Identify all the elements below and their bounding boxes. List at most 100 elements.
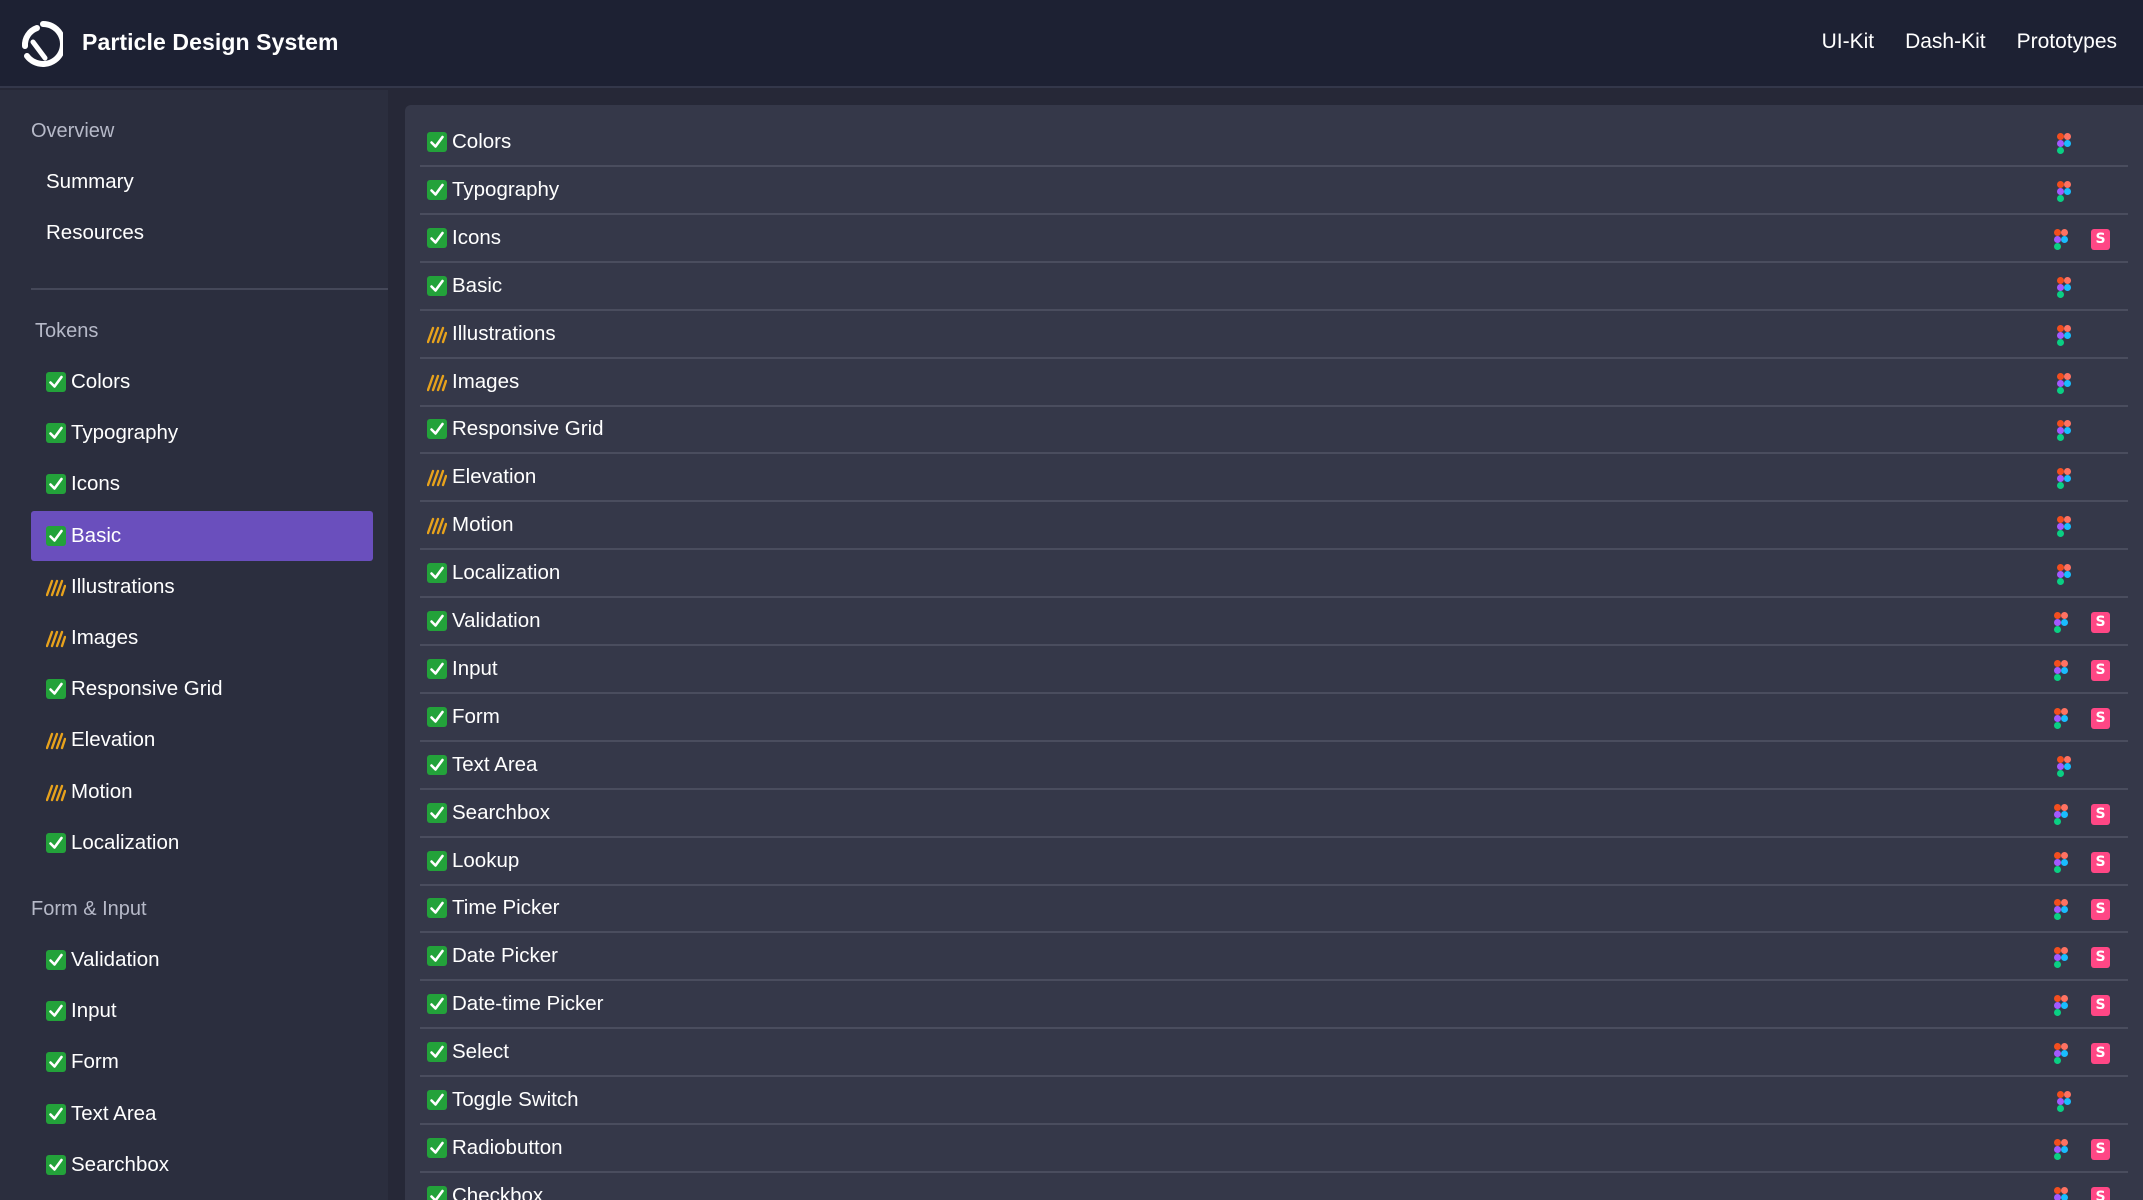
status-row-images: Images xyxy=(420,359,2128,407)
status-row-select: Select S xyxy=(420,1029,2128,1078)
sidebar-item-images[interactable]: Images xyxy=(31,613,373,663)
status-row-radiobutton: Radiobutton S xyxy=(420,1125,2128,1173)
component-name: Responsive Grid xyxy=(452,417,604,441)
storybook-icon[interactable]: S xyxy=(2091,899,2110,921)
checkmark-icon xyxy=(427,179,447,200)
sidebar-item-label: Responsive Grid xyxy=(71,677,223,701)
construction-icon xyxy=(427,467,447,487)
sidebar-item-label: Illustrations xyxy=(71,574,175,598)
sidebar-item-text-area[interactable]: Text Area xyxy=(31,1089,373,1139)
component-name: Select xyxy=(452,1040,509,1064)
figma-icon[interactable] xyxy=(2054,1186,2068,1200)
component-name: Form xyxy=(452,704,500,728)
component-name: Elevation xyxy=(452,465,537,489)
storybook-icon[interactable]: S xyxy=(2091,612,2110,633)
particle-logo-icon[interactable] xyxy=(19,20,63,68)
storybook-icon[interactable]: S xyxy=(2091,1043,2110,1065)
figma-icon[interactable] xyxy=(2054,995,2068,1017)
checkmark-icon xyxy=(427,1137,447,1158)
sidebar-item-typography[interactable]: Typography xyxy=(31,408,373,458)
status-row-motion: Motion xyxy=(420,502,2128,551)
storybook-icon[interactable]: S xyxy=(2091,995,2110,1017)
storybook-icon[interactable]: S xyxy=(2091,659,2110,681)
sidebar-item-colors[interactable]: Colors xyxy=(31,357,373,407)
sidebar-item-motion[interactable]: Motion xyxy=(31,767,373,817)
figma-icon[interactable] xyxy=(2057,1091,2071,1112)
storybook-icon[interactable]: S xyxy=(2091,1138,2110,1160)
figma-icon[interactable] xyxy=(2054,659,2068,681)
status-row-form: Form S xyxy=(420,694,2128,742)
figma-icon[interactable] xyxy=(2057,564,2071,586)
nav-dash-kit[interactable]: Dash-Kit xyxy=(1905,30,1986,54)
checkmark-icon xyxy=(427,802,447,823)
component-name: Colors xyxy=(452,130,512,153)
storybook-icon[interactable]: S xyxy=(2091,228,2110,250)
sidebar-item-localization[interactable]: Localization xyxy=(31,818,373,868)
component-name: Illustrations xyxy=(452,321,556,345)
figma-icon[interactable] xyxy=(2054,947,2068,969)
figma-icon[interactable] xyxy=(2057,133,2071,154)
figma-icon[interactable] xyxy=(2054,228,2068,250)
checkmark-icon xyxy=(46,679,66,700)
figma-icon[interactable] xyxy=(2057,276,2071,298)
row-tool-links: S xyxy=(2038,1029,2128,1077)
sidebar-link-resources[interactable]: Resources xyxy=(46,221,144,245)
figma-icon[interactable] xyxy=(2057,324,2071,346)
figma-icon[interactable] xyxy=(2054,899,2068,921)
figma-icon[interactable] xyxy=(2054,1043,2068,1065)
status-row-responsive-grid: Responsive Grid xyxy=(420,406,2128,455)
sidebar-item-label: Images xyxy=(71,626,139,649)
component-name: Text Area xyxy=(452,752,538,776)
nav-prototypes[interactable]: Prototypes xyxy=(2017,30,2117,54)
row-tool-links xyxy=(2038,359,2128,407)
figma-icon[interactable] xyxy=(2057,468,2071,490)
row-tool-links xyxy=(2038,311,2128,359)
sidebar-item-form[interactable]: Form xyxy=(31,1037,373,1087)
nav-ui-kit[interactable]: UI-Kit xyxy=(1822,30,1875,54)
figma-icon[interactable] xyxy=(2057,372,2071,394)
construction-icon xyxy=(46,730,66,750)
figma-icon[interactable] xyxy=(2057,755,2071,777)
figma-icon[interactable] xyxy=(2057,516,2071,538)
top-nav: UI-Kit Dash-Kit Prototypes xyxy=(1822,30,2117,54)
figma-icon[interactable] xyxy=(2054,612,2068,633)
status-row-toggle-switch: Toggle Switch xyxy=(420,1077,2128,1125)
sidebar-item-basic[interactable]: Basic xyxy=(31,510,373,561)
sidebar-item-elevation[interactable]: Elevation xyxy=(31,715,373,765)
construction-icon xyxy=(46,782,66,802)
sidebar-item-searchbox[interactable]: Searchbox xyxy=(31,1140,373,1190)
checkmark-icon xyxy=(427,754,447,775)
top-bar: Particle Design System UI-Kit Dash-Kit P… xyxy=(0,0,2143,88)
checkmark-icon xyxy=(46,525,66,546)
figma-icon[interactable] xyxy=(2057,420,2071,442)
row-tool-links: S xyxy=(2038,933,2128,981)
checkmark-icon xyxy=(427,275,447,296)
component-name: Localization xyxy=(452,561,561,585)
storybook-icon[interactable]: S xyxy=(2091,851,2110,873)
component-name: Toggle Switch xyxy=(452,1088,579,1111)
row-tool-links xyxy=(2038,742,2128,790)
sidebar-item-illustrations[interactable]: Illustrations xyxy=(31,562,373,612)
status-row-elevation: Elevation xyxy=(420,454,2128,503)
sidebar-item-validation[interactable]: Validation xyxy=(31,935,373,985)
status-row-typography: Typography xyxy=(420,167,2128,215)
status-row-date-picker: Date Picker S xyxy=(420,933,2128,982)
figma-icon[interactable] xyxy=(2054,707,2068,729)
figma-icon[interactable] xyxy=(2054,851,2068,873)
sidebar-item-input[interactable]: Input xyxy=(31,986,373,1036)
storybook-icon[interactable]: S xyxy=(2091,803,2110,825)
sidebar-item-responsive-grid[interactable]: Responsive Grid xyxy=(31,664,373,714)
figma-icon[interactable] xyxy=(2054,1138,2068,1160)
storybook-icon[interactable]: S xyxy=(2091,707,2110,729)
checkmark-icon xyxy=(46,1154,66,1175)
component-name: Motion xyxy=(452,513,514,537)
storybook-icon[interactable]: S xyxy=(2091,1186,2110,1200)
sidebar-item-icons[interactable]: Icons xyxy=(31,459,373,509)
component-name: Date Picker xyxy=(452,944,558,968)
figma-icon[interactable] xyxy=(2054,803,2068,825)
storybook-icon[interactable]: S xyxy=(2091,947,2110,969)
sidebar-item-label: Input xyxy=(71,999,117,1023)
sidebar-link-summary[interactable]: Summary xyxy=(46,170,134,194)
figma-icon[interactable] xyxy=(2057,180,2071,202)
checkmark-icon xyxy=(427,1185,447,1200)
